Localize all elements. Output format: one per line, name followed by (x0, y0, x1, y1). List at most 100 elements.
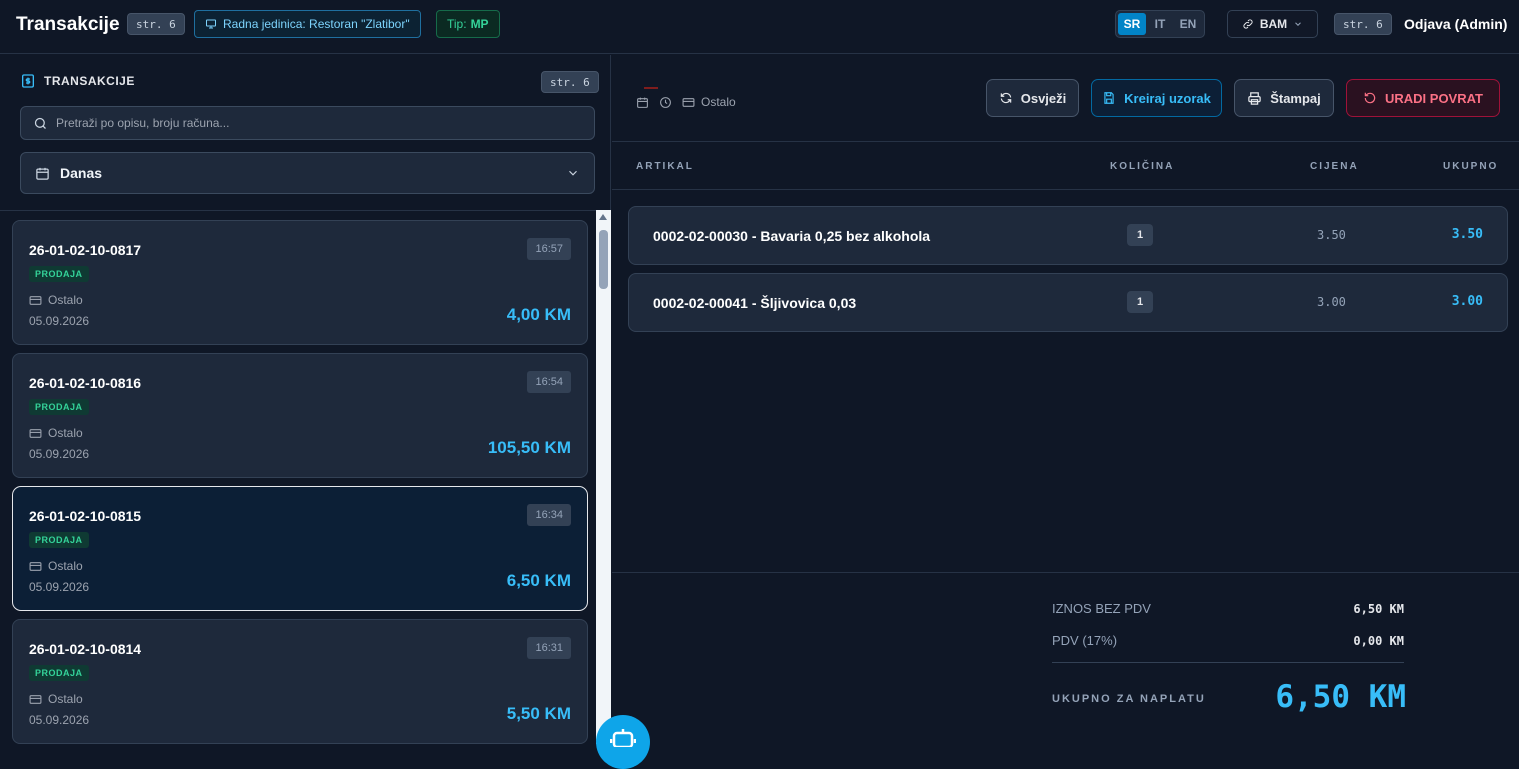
transaction-amount: 5,50 KM (506, 704, 571, 723)
currency-value: BAM (1259, 17, 1288, 31)
payment-method-label: Ostalo (48, 426, 83, 440)
vat-value: 0,00 KM (1353, 634, 1404, 648)
language-switcher: SR IT EN (1115, 10, 1205, 38)
payment-method: Ostalo (29, 426, 83, 440)
transaction-date: 05.09.2026 (29, 447, 90, 461)
assistant-fab-button[interactable] (596, 715, 650, 769)
transactions-panel: TRANSAKCIJE str. 6 Danas 26-01-02-10-081… (0, 55, 611, 744)
transaction-list: 26-01-02-10-0817 16:57 PRODAJA Ostalo 05… (12, 220, 588, 744)
create-template-label: Kreiraj uzorak (1124, 90, 1211, 106)
credit-card-icon (29, 561, 42, 571)
chevron-down-icon (569, 170, 577, 176)
currency-dropdown[interactable]: BAM (1227, 10, 1318, 38)
payment-method: Ostalo (29, 559, 83, 573)
panel-page-tag: str. 6 (541, 71, 599, 93)
transaction-card-selected[interactable]: 26-01-02-10-0815 16:34 PRODAJA Ostalo 05… (12, 486, 588, 611)
date-filter-select[interactable]: Danas (20, 152, 595, 194)
item-price: 3.00 (1317, 295, 1346, 309)
credit-card-icon (29, 428, 42, 438)
printer-icon (1248, 91, 1261, 105)
scrollbar-thumb[interactable] (599, 230, 608, 289)
transaction-type-badge: PRODAJA (29, 266, 89, 282)
lang-sr[interactable]: SR (1118, 13, 1146, 35)
lang-en[interactable]: EN (1174, 13, 1202, 35)
transaction-card[interactable]: 26-01-02-10-0814 16:31 PRODAJA Ostalo 05… (12, 619, 588, 744)
item-row[interactable]: 0002-02-00041 - Šljivovica 0,03 1 3.00 3… (628, 273, 1508, 332)
transaction-amount: 6,50 KM (506, 571, 571, 590)
transaction-type-badge: PRODAJA (29, 665, 89, 681)
transaction-number: 26-01-02-10-0816 (29, 375, 142, 391)
undo-icon (1364, 92, 1376, 104)
print-button[interactable]: Štampaj (1234, 79, 1334, 117)
transaction-detail-panel: Ostalo Osvježi Kreiraj uzorak Štampaj UR… (612, 55, 1519, 744)
scroll-up-arrow-icon[interactable] (599, 214, 607, 220)
payment-method: Ostalo (29, 692, 83, 706)
vat-label: PDV (17%) (1052, 633, 1118, 648)
transaction-number: 26-01-02-10-0814 (29, 641, 142, 657)
net-amount-label: IZNOS BEZ PDV (1052, 601, 1151, 616)
credit-card-icon (29, 694, 42, 704)
transaction-type-badge: PRODAJA (29, 532, 89, 548)
panel-heading: TRANSAKCIJE (20, 73, 135, 89)
credit-card-icon (682, 97, 695, 107)
transaction-meta: Ostalo (636, 95, 736, 109)
transaction-time: 16:31 (527, 637, 571, 659)
transaction-number: 26-01-02-10-0817 (29, 242, 142, 258)
transaction-number: 26-01-02-10-0815 (29, 508, 142, 524)
net-amount-value: 6,50 KM (1353, 602, 1404, 616)
search-box (20, 106, 595, 140)
item-total: 3.00 (1451, 294, 1483, 309)
column-item: ARTIKAL (636, 161, 694, 172)
transaction-list-container: 26-01-02-10-0817 16:57 PRODAJA Ostalo 05… (0, 210, 611, 744)
column-price: CIJENA (1310, 161, 1359, 172)
page-tag: str. 6 (127, 13, 185, 35)
logout-link[interactable]: Odjava (Admin) (1404, 16, 1507, 32)
item-price: 3.50 (1317, 228, 1346, 242)
type-value: MP (470, 17, 489, 31)
item-quantity: 1 (1127, 224, 1153, 246)
transaction-date: 05.09.2026 (29, 580, 90, 594)
transaction-type-badge: PRODAJA (29, 399, 89, 415)
payment-method-label: Ostalo (48, 293, 83, 307)
lang-it[interactable]: IT (1146, 13, 1174, 35)
type-chip: Tip: MP (436, 10, 500, 38)
grand-total-value: 6,50 KM (1275, 679, 1406, 715)
column-total: UKUPNO (1443, 161, 1499, 172)
status-marker (644, 87, 658, 89)
item-row[interactable]: 0002-02-00030 - Bavaria 0,25 bez alkohol… (628, 206, 1508, 265)
clock-icon (660, 96, 671, 108)
payment-method: Ostalo (29, 293, 83, 307)
work-unit-chip[interactable]: Radna jedinica: Restoran "Zlatibor" (194, 10, 421, 38)
credit-card-icon (29, 295, 42, 305)
transaction-time: 16:57 (527, 238, 571, 260)
refund-button[interactable]: URADI POVRAT (1346, 79, 1500, 117)
robot-icon (610, 729, 636, 747)
create-template-button[interactable]: Kreiraj uzorak (1091, 79, 1222, 117)
item-quantity: 1 (1127, 291, 1153, 313)
transaction-card[interactable]: 26-01-02-10-0817 16:57 PRODAJA Ostalo 05… (12, 220, 588, 345)
search-icon (34, 117, 46, 129)
item-total: 3.50 (1451, 227, 1483, 242)
link-icon (1243, 19, 1253, 29)
print-label: Štampaj (1270, 90, 1321, 106)
items-table-header: ARTIKAL KOLIČINA CIJENA UKUPNO (612, 141, 1519, 190)
refresh-button[interactable]: Osvježi (986, 79, 1079, 117)
search-input[interactable] (56, 116, 576, 130)
grand-total-label: UKUPNO ZA NAPLATU (1052, 693, 1206, 705)
transaction-date: 05.09.2026 (29, 314, 90, 328)
transaction-card[interactable]: 26-01-02-10-0816 16:54 PRODAJA Ostalo 05… (12, 353, 588, 478)
meta-payment-label: Ostalo (701, 95, 736, 109)
monitor-icon (206, 19, 216, 29)
refresh-icon (1000, 92, 1011, 104)
date-filter-value: Danas (60, 165, 103, 181)
totals-summary: IZNOS BEZ PDV 6,50 KM PDV (17%) 0,00 KM … (612, 572, 1519, 744)
list-scrollbar[interactable] (596, 210, 611, 744)
transaction-time: 16:34 (527, 504, 571, 526)
transaction-date: 05.09.2026 (29, 713, 90, 727)
top-bar: Transakcije str. 6 Radna jedinica: Resto… (0, 0, 1519, 54)
page-title: Transakcije (16, 14, 120, 35)
calendar-icon (637, 97, 648, 108)
item-name: 0002-02-00041 - Šljivovica 0,03 (653, 295, 857, 311)
column-quantity: KOLIČINA (1110, 161, 1175, 172)
page-tag-secondary: str. 6 (1334, 13, 1392, 35)
